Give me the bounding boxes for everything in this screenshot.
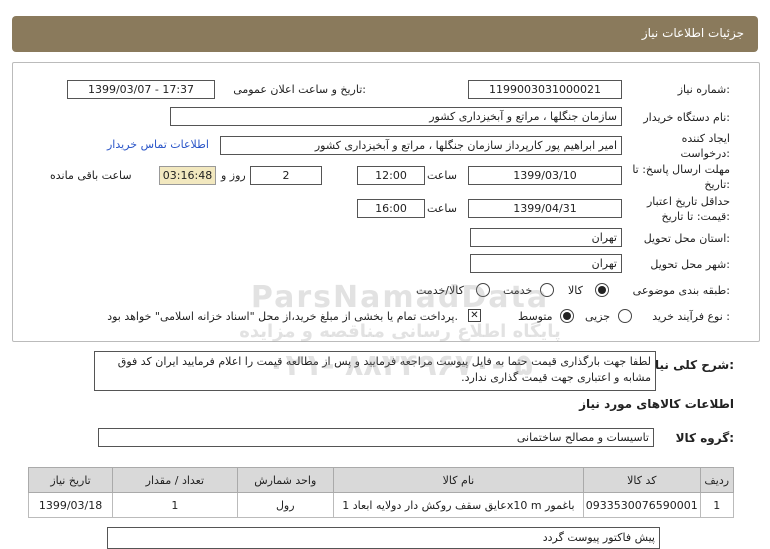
- province-label: استان محل تحویل:: [643, 232, 730, 245]
- category-both-radio[interactable]: [476, 283, 490, 297]
- col-need-date: تاریخ نیاز: [27, 467, 114, 493]
- category-service-radio[interactable]: [540, 283, 554, 297]
- validity-label: حداقل تاریخ اعتبار قیمت: تا تاریخ:: [646, 195, 730, 223]
- countdown-timer: 03:16:48: [159, 166, 216, 185]
- category-label: طبقه بندی موضوعی:: [632, 284, 730, 297]
- goods-group-label-text: گروه کالا:: [675, 431, 734, 445]
- goods-info-title: اطلاعات کالاهای مورد نیاز: [579, 397, 734, 411]
- buyer-contact-link[interactable]: اطلاعات تماس خریدار: [107, 138, 209, 151]
- category-both-label: کالا/خدمت: [416, 284, 464, 297]
- treasury-checkbox[interactable]: ✕: [468, 309, 481, 322]
- page-header: جزئیات اطلاعات نیاز: [12, 16, 758, 52]
- table-header-row: تاریخ نیاز تعداد / مقدار واحد شمارش نام …: [27, 467, 735, 493]
- city-label: شهر محل تحویل:: [650, 258, 730, 271]
- creator-label: ایجاد کننده درخواست:: [680, 132, 731, 160]
- days-label: روز و: [221, 169, 246, 182]
- process-medium-radio[interactable]: [560, 309, 574, 323]
- goods-group-field: تاسیسات و مصالح ساختمانی: [98, 428, 654, 447]
- goods-table: تاریخ نیاز تعداد / مقدار واحد شمارش نام …: [27, 467, 735, 518]
- validity-time-field: 16:00: [357, 199, 425, 218]
- col-unit: واحد شمارش: [236, 467, 334, 493]
- deadline-date-field: 1399/03/10: [468, 166, 622, 185]
- description-field: لطفا جهت بارگذاری قیمت حتما به فایل پیوس…: [94, 351, 656, 391]
- process-label: نوع فرآیند خرید :: [652, 310, 730, 323]
- category-goods-radio[interactable]: [595, 283, 609, 297]
- page-title: جزئیات اطلاعات نیاز: [641, 26, 744, 40]
- buyer-org-label: نام دستگاه خریدار:: [643, 111, 730, 124]
- cell-need-date: 1399/03/18: [27, 492, 114, 518]
- days-field: 2: [250, 166, 322, 185]
- cell-goods-name: عایق سقف روکش دار دولایه ابعاد 1x10 m با…: [332, 492, 585, 518]
- buyer-notes-field: پیش فاکتور پیوست گردد: [107, 527, 660, 549]
- deadline-time-label: ساعت: [427, 169, 457, 182]
- category-service-label: خدمت: [503, 284, 533, 297]
- cell-quantity: 1: [112, 492, 238, 518]
- col-goods-code: کد کالا: [583, 467, 701, 493]
- buyer-org-field: سازمان جنگلها ، مراتع و آبخیزداری کشور: [170, 107, 622, 126]
- creator-field: امیر ابراهیم پور کارپرداز سازمان جنگلها …: [220, 136, 622, 155]
- need-number-label: شماره نیاز:: [677, 83, 730, 96]
- col-row-number: ردیف: [699, 467, 735, 493]
- need-number-field: 1199003031000021: [468, 80, 622, 99]
- process-partial-radio[interactable]: [618, 309, 632, 323]
- remaining-label: ساعت باقی مانده: [50, 169, 132, 182]
- city-field: تهران: [470, 254, 622, 273]
- announce-field: 1399/03/07 - 17:37: [67, 80, 215, 99]
- col-goods-name: نام کالا: [332, 467, 585, 493]
- table-row: 1399/03/18 1 رول عایق سقف روکش دار دولای…: [27, 492, 735, 518]
- cell-row-number: 1: [699, 492, 735, 518]
- description-label: شرح کلی نیاز:: [648, 358, 734, 372]
- col-quantity: تعداد / مقدار: [112, 467, 238, 493]
- validity-time-label: ساعت: [427, 202, 457, 215]
- process-medium-label: متوسط: [518, 310, 553, 323]
- process-partial-label: جزیی: [585, 310, 611, 323]
- deadline-label: مهلت ارسال پاسخ: تا تاریخ:: [632, 163, 730, 191]
- deadline-time-field: 12:00: [357, 166, 425, 185]
- announce-label: تاریخ و ساعت اعلان عمومی:: [233, 83, 366, 96]
- province-field: تهران: [470, 228, 622, 247]
- category-goods-label: کالا: [568, 284, 583, 297]
- cell-goods-code: 093353007659000‌1: [583, 492, 701, 518]
- payment-note: پرداخت تمام یا بخشی از مبلغ خرید،از محل …: [107, 310, 458, 323]
- validity-date-field: 1399/04/31: [468, 199, 622, 218]
- cell-unit: رول: [236, 492, 334, 518]
